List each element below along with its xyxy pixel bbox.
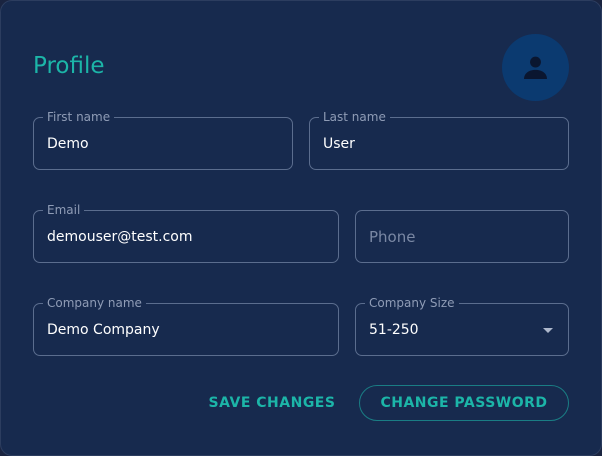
phone-field[interactable]: Phone [355,210,569,263]
avatar[interactable] [502,34,569,101]
first-name-field[interactable]: First name Demo [33,109,293,170]
email-label: Email [43,202,85,218]
caret-down-icon[interactable] [543,328,553,333]
change-password-button[interactable]: CHANGE PASSWORD [359,385,569,421]
first-name-label: First name [43,109,115,125]
company-name-field[interactable]: Company name Demo Company [33,295,339,356]
user-icon [524,56,547,79]
last-name-field[interactable]: Last name User [309,109,569,170]
last-name-value: User [323,136,355,152]
first-name-value: Demo [47,136,89,152]
last-name-label: Last name [319,109,390,125]
profile-card: Profile First name Demo Last name User E… [0,0,602,456]
phone-placeholder: Phone [369,228,416,246]
company-size-label: Company Size [365,295,459,311]
company-name-label: Company name [43,295,146,311]
email-value: demouser@test.com [47,229,193,245]
company-name-value: Demo Company [47,322,160,338]
page-title: Profile [33,53,105,79]
email-field[interactable]: Email demouser@test.com [33,202,339,263]
save-changes-button[interactable]: SAVE CHANGES [207,394,337,412]
company-size-value: 51-250 [369,322,419,338]
company-size-select[interactable]: Company Size 51-250 [355,295,569,356]
